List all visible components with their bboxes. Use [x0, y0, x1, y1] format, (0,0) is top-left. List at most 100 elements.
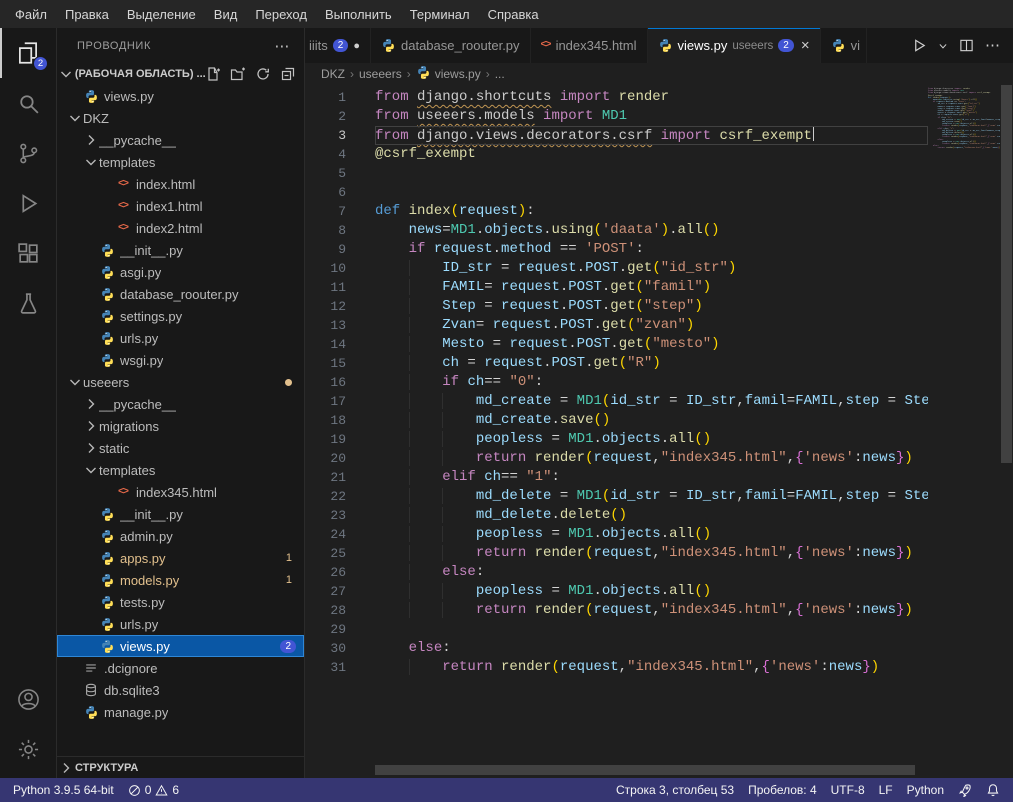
code-line[interactable]: md_delete = MD1(id_str = ID_str,famil=FA…: [375, 487, 928, 506]
code-line[interactable]: else:: [375, 563, 928, 582]
line-number[interactable]: 2: [305, 107, 367, 126]
line-number[interactable]: 9: [305, 240, 367, 259]
line-number[interactable]: 28: [305, 601, 367, 620]
refresh-icon[interactable]: [255, 66, 271, 82]
activity-extensions[interactable]: [0, 228, 56, 278]
line-number[interactable]: 6: [305, 183, 367, 202]
line-number[interactable]: 3: [305, 126, 367, 145]
code-line[interactable]: Zvan= request.POST.get("zvan"): [375, 316, 928, 335]
code-line[interactable]: FAMIL= request.POST.get("famil"): [375, 278, 928, 297]
code-line[interactable]: md_create.save(): [375, 411, 928, 430]
line-number[interactable]: 18: [305, 411, 367, 430]
tree-item-__init__.py[interactable]: __init__.py: [57, 239, 304, 261]
tab-index345.html[interactable]: <>index345.html: [531, 28, 648, 63]
breadcrumb-...[interactable]: ...: [495, 67, 505, 81]
close-icon[interactable]: ×: [801, 38, 810, 53]
line-number[interactable]: 21: [305, 468, 367, 487]
breadcrumb-useeers[interactable]: useeers: [359, 67, 402, 81]
tree-item-templates[interactable]: templates: [57, 151, 304, 173]
tree-item-__init__.py[interactable]: __init__.py: [57, 503, 304, 525]
code-line[interactable]: Step = request.POST.get("step"): [375, 297, 928, 316]
code-line[interactable]: from useeers.models import MD1: [375, 107, 928, 126]
tab-database_roouter.py[interactable]: database_roouter.py: [371, 28, 531, 63]
activity-search[interactable]: [0, 78, 56, 128]
tree-item-__pycache__[interactable]: __pycache__: [57, 393, 304, 415]
line-number[interactable]: 11: [305, 278, 367, 297]
menu-file[interactable]: Файл: [6, 3, 56, 26]
new-file-icon[interactable]: [205, 66, 221, 82]
tree-item-useeers[interactable]: useeers: [57, 371, 304, 393]
tree-item-migrations[interactable]: migrations: [57, 415, 304, 437]
editor[interactable]: 1234567891011121314151617181920212223242…: [305, 85, 1013, 778]
tree-item-index1.html[interactable]: <>index1.html: [57, 195, 304, 217]
status-cursor-position[interactable]: Строка 3, столбец 53: [609, 778, 741, 802]
code-line[interactable]: md_create = MD1(id_str = ID_str,famil=FA…: [375, 392, 928, 411]
line-number[interactable]: 20: [305, 449, 367, 468]
activity-settings[interactable]: [0, 724, 56, 774]
code-line[interactable]: from django.shortcuts import render: [375, 88, 928, 107]
line-number[interactable]: 24: [305, 525, 367, 544]
menu-view[interactable]: Вид: [205, 3, 247, 26]
tree-item-apps.py[interactable]: apps.py1: [57, 547, 304, 569]
chevron-down-small-icon[interactable]: [938, 41, 948, 51]
activity-run-debug[interactable]: [0, 178, 56, 228]
menu-edit[interactable]: Правка: [56, 3, 118, 26]
line-number[interactable]: 5: [305, 164, 367, 183]
line-number[interactable]: 19: [305, 430, 367, 449]
line-number[interactable]: 13: [305, 316, 367, 335]
status-encoding[interactable]: UTF-8: [824, 778, 872, 802]
status-python-rocket[interactable]: [951, 778, 979, 802]
tree-item-urls.py[interactable]: urls.py: [57, 327, 304, 349]
vertical-scrollbar-thumb[interactable]: [1001, 85, 1012, 463]
tree-item-tests.py[interactable]: tests.py: [57, 591, 304, 613]
code-line[interactable]: from django.views.decorators.csrf import…: [375, 126, 928, 145]
line-number[interactable]: 22: [305, 487, 367, 506]
code-line[interactable]: Mesto = request.POST.get("mesto"): [375, 335, 928, 354]
menu-selection[interactable]: Выделение: [118, 3, 205, 26]
line-number[interactable]: 10: [305, 259, 367, 278]
tree-item-wsgi.py[interactable]: wsgi.py: [57, 349, 304, 371]
line-number[interactable]: 30: [305, 639, 367, 658]
line-number[interactable]: 8: [305, 221, 367, 240]
line-number[interactable]: 14: [305, 335, 367, 354]
tree-item-settings.py[interactable]: settings.py: [57, 305, 304, 327]
code-line[interactable]: if ch== "0":: [375, 373, 928, 392]
activity-explorer[interactable]: 2: [0, 28, 56, 78]
code-line[interactable]: ch = request.POST.get("R"): [375, 354, 928, 373]
tree-item-index2.html[interactable]: <>index2.html: [57, 217, 304, 239]
more-actions-icon[interactable]: ⋯: [274, 37, 290, 55]
vertical-scrollbar[interactable]: [1000, 85, 1013, 778]
code-line[interactable]: return render(request,"index345.html",{'…: [375, 601, 928, 620]
tree-item-database_roouter.py[interactable]: database_roouter.py: [57, 283, 304, 305]
code-line[interactable]: return render(request,"index345.html",{'…: [375, 544, 928, 563]
code-line[interactable]: def index(request):: [375, 202, 928, 221]
tree-item-db.sqlite3[interactable]: db.sqlite3: [57, 679, 304, 701]
tab-vi[interactable]: vi: [821, 28, 867, 63]
status-eol[interactable]: LF: [872, 778, 900, 802]
menu-terminal[interactable]: Терминал: [401, 3, 479, 26]
line-number[interactable]: 4: [305, 145, 367, 164]
line-number[interactable]: 29: [305, 620, 367, 639]
horizontal-scrollbar-thumb[interactable]: [375, 765, 915, 775]
line-number[interactable]: 26: [305, 563, 367, 582]
tree-item-manage.py[interactable]: manage.py: [57, 701, 304, 723]
tree-item-.dcignore[interactable]: .dcignore: [57, 657, 304, 679]
unsaved-dot-icon[interactable]: ●: [353, 40, 360, 52]
run-icon[interactable]: [912, 38, 927, 53]
line-number[interactable]: 31: [305, 658, 367, 677]
tab-iiits[interactable]: iiits2●: [305, 28, 371, 63]
line-number[interactable]: 27: [305, 582, 367, 601]
code-area[interactable]: from django.shortcuts import renderfrom …: [367, 85, 928, 778]
tree-item-__pycache__[interactable]: __pycache__: [57, 129, 304, 151]
menu-go[interactable]: Переход: [246, 3, 316, 26]
tree-item-static[interactable]: static: [57, 437, 304, 459]
more-icon[interactable]: ⋯: [985, 38, 1000, 53]
split-editor-icon[interactable]: [959, 38, 974, 53]
tree-item-views.py[interactable]: views.py2: [57, 635, 304, 657]
code-line[interactable]: return render(request,"index345.html",{'…: [375, 449, 928, 468]
code-line[interactable]: peopless = MD1.objects.all(): [375, 525, 928, 544]
tree-item-asgi.py[interactable]: asgi.py: [57, 261, 304, 283]
breadcrumb-DKZ[interactable]: DKZ: [321, 67, 345, 81]
status-notifications[interactable]: [979, 778, 1007, 802]
tree-item-models.py[interactable]: models.py1: [57, 569, 304, 591]
